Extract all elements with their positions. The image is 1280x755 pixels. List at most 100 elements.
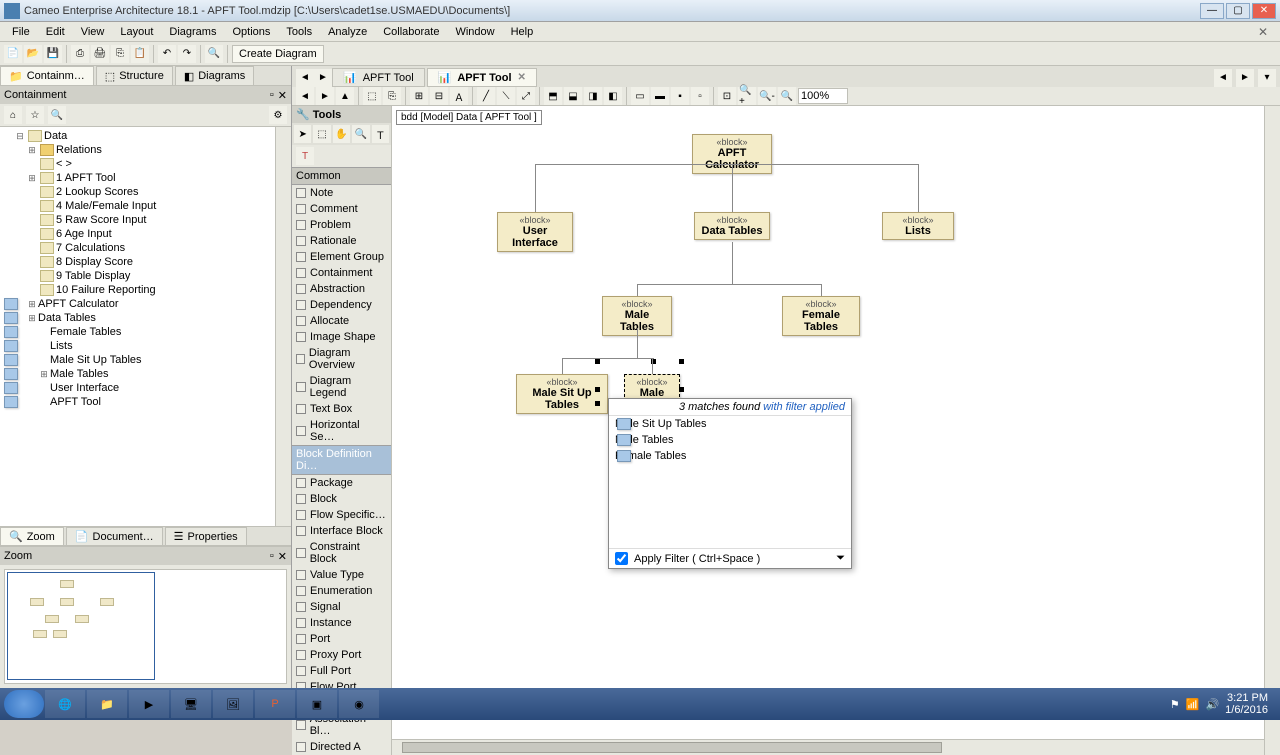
palette-item[interactable]: Package <box>292 475 391 491</box>
tree-item[interactable]: < > <box>2 157 289 171</box>
palette-item[interactable]: Proxy Port <box>292 647 391 663</box>
tray-network-icon[interactable]: 📶 <box>1186 698 1200 711</box>
palette-item[interactable]: Containment <box>292 265 391 281</box>
expander-icon[interactable]: ⊞ <box>26 145 38 156</box>
palette-item[interactable]: Rationale <box>292 233 391 249</box>
taskbar-app-icon[interactable]: 🖼 <box>213 690 253 718</box>
doc-tab-1[interactable]: 📊 APFT Tool <box>332 68 425 87</box>
hand-icon[interactable]: ✋ <box>333 125 350 143</box>
diagram-canvas[interactable]: bdd [Model] Data [ APFT Tool ] «block»AP… <box>392 106 1280 755</box>
canvas-scroll-v[interactable] <box>1264 106 1280 755</box>
tool-icon[interactable]: ⬚ <box>363 87 381 105</box>
tree-item[interactable]: Female Tables <box>2 325 289 339</box>
palette-item[interactable]: Enumeration <box>292 583 391 599</box>
menu-tools[interactable]: Tools <box>278 24 320 40</box>
undo-icon[interactable]: ↶ <box>158 45 176 63</box>
block-msut[interactable]: «block»Male Sit Up Tables <box>516 374 608 414</box>
resize-handle[interactable] <box>679 387 684 392</box>
palette-item[interactable]: Directed A <box>292 739 391 755</box>
palette-item[interactable]: Diagram Legend <box>292 373 391 401</box>
palette-group[interactable]: Common <box>292 167 391 185</box>
text-icon[interactable]: Ｔ <box>372 125 389 143</box>
taskbar-explorer-icon[interactable]: 📁 <box>87 690 127 718</box>
home-icon[interactable]: ⌂ <box>4 106 22 124</box>
menu-analyze[interactable]: Analyze <box>320 24 375 40</box>
tree-item[interactable]: 10 Failure Reporting <box>2 283 289 297</box>
filter-icon[interactable]: ⏷ <box>836 552 845 565</box>
view-icon[interactable]: ▪ <box>671 87 689 105</box>
copy-icon[interactable]: ⎘ <box>111 45 129 63</box>
palette-item[interactable]: Allocate <box>292 313 391 329</box>
tab-containment[interactable]: 📁 Containm… <box>0 66 94 85</box>
doc-tab-2[interactable]: 📊 APFT Tool ✕ <box>427 68 537 87</box>
palette-item[interactable]: Block <box>292 491 391 507</box>
resize-handle[interactable] <box>679 359 684 364</box>
apply-filter-checkbox[interactable] <box>615 552 628 565</box>
up-icon[interactable]: ▲ <box>336 87 354 105</box>
containment-tree[interactable]: ⊟Data⊞Relations< >⊞1 APFT Tool2 Lookup S… <box>0 127 291 526</box>
palette-item[interactable]: Value Type <box>292 567 391 583</box>
resize-handle[interactable] <box>595 401 600 406</box>
tab-properties[interactable]: ☰ Properties <box>165 527 247 545</box>
taskbar-app-icon[interactable]: 🖥 <box>171 690 211 718</box>
arrange-icon[interactable]: ◧ <box>604 87 622 105</box>
tab-structure[interactable]: ⬚ Structure <box>96 66 173 85</box>
palette-item[interactable]: Full Port <box>292 663 391 679</box>
palette-item[interactable]: Signal <box>292 599 391 615</box>
line-icon[interactable]: ╱ <box>477 87 495 105</box>
line-icon[interactable]: ⟍ <box>497 87 515 105</box>
menu-layout[interactable]: Layout <box>112 24 161 40</box>
palette-item[interactable]: Constraint Block <box>292 539 391 567</box>
view-icon[interactable]: ▫ <box>691 87 709 105</box>
find-icon[interactable]: 🔍 <box>205 45 223 63</box>
align-icon[interactable]: Ａ <box>450 87 468 105</box>
save-all-icon[interactable]: ⎙ <box>71 45 89 63</box>
tree-item[interactable]: 8 Display Score <box>2 255 289 269</box>
nav-fwd-icon[interactable]: ► <box>314 69 332 87</box>
tree-item[interactable]: ⊞Data Tables <box>2 311 289 325</box>
minimize-button[interactable]: — <box>1200 3 1224 19</box>
new-icon[interactable]: 📄 <box>4 45 22 63</box>
menu-collaborate[interactable]: Collaborate <box>375 24 447 40</box>
popup-item[interactable]: Female Tables <box>609 448 851 464</box>
menu-options[interactable]: Options <box>224 24 278 40</box>
palette-group[interactable]: Block Definition Di… <box>292 445 391 475</box>
tree-item[interactable]: 9 Table Display <box>2 269 289 283</box>
expander-icon[interactable]: ⊞ <box>26 173 38 184</box>
palette-item[interactable]: Problem <box>292 217 391 233</box>
view-icon[interactable]: ▬ <box>651 87 669 105</box>
tab-document[interactable]: 📄 Document… <box>66 527 163 545</box>
tray-flag-icon[interactable]: ⚑ <box>1170 698 1180 711</box>
palette-item[interactable]: Interface Block <box>292 523 391 539</box>
tab-diagrams[interactable]: ◧ Diagrams <box>175 66 254 85</box>
tree-item[interactable]: 5 Raw Score Input <box>2 213 289 227</box>
tree-item[interactable]: ⊞APFT Calculator <box>2 297 289 311</box>
menu-view[interactable]: View <box>73 24 113 40</box>
line-icon[interactable]: ⤢ <box>517 87 535 105</box>
tree-item[interactable]: ⊟Data <box>2 129 289 143</box>
print-icon[interactable]: 🖨 <box>91 45 109 63</box>
zoom-icon[interactable]: 🔍 <box>352 125 369 143</box>
panel-close-icon[interactable]: ✕ <box>278 89 287 102</box>
palette-item[interactable]: Image Shape <box>292 329 391 345</box>
palette-item[interactable]: Dependency <box>292 297 391 313</box>
menu-file[interactable]: File <box>4 24 38 40</box>
palette-item[interactable]: Comment <box>292 201 391 217</box>
taskbar-app-icon[interactable]: ▣ <box>297 690 337 718</box>
menu-edit[interactable]: Edit <box>38 24 73 40</box>
resize-handle[interactable] <box>595 387 600 392</box>
palette-item[interactable]: Text Box <box>292 401 391 417</box>
tab-list-icon[interactable]: ▾ <box>1258 69 1276 87</box>
expander-icon[interactable]: ⊞ <box>26 299 38 310</box>
menu-help[interactable]: Help <box>503 24 542 40</box>
tree-item[interactable]: Male Sit Up Tables <box>2 353 289 367</box>
create-diagram-button[interactable]: Create Diagram <box>232 45 324 63</box>
open-icon[interactable]: 📂 <box>24 45 42 63</box>
tree-item[interactable]: 4 Male/Female Input <box>2 199 289 213</box>
tab-next-icon[interactable]: ► <box>1236 69 1254 87</box>
resize-handle[interactable] <box>595 359 600 364</box>
block-ft[interactable]: «block»Female Tables <box>782 296 860 336</box>
zoom-overview[interactable] <box>4 569 287 684</box>
block-ui[interactable]: «block»User Interface <box>497 212 573 252</box>
maximize-button[interactable]: ▢ <box>1226 3 1250 19</box>
